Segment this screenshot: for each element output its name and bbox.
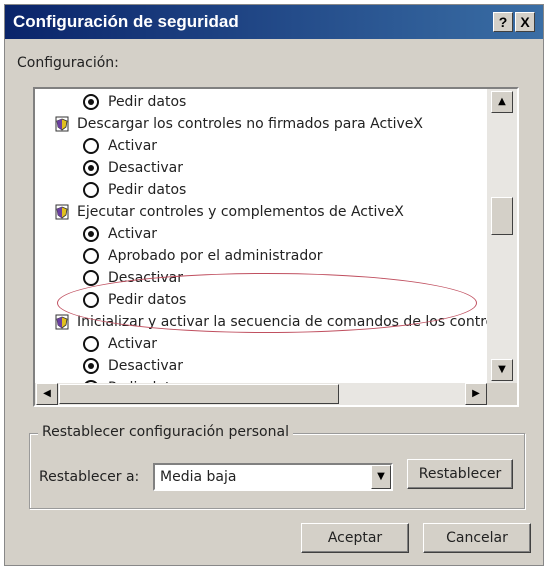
- title-bar[interactable]: Configuración de seguridad ? X: [5, 5, 543, 39]
- ok-button[interactable]: Aceptar: [301, 523, 409, 553]
- setting-option[interactable]: Activar: [83, 333, 157, 355]
- setting-label: Inicializar y activar la secuencia de co…: [77, 314, 519, 330]
- scrollbar-corner: [487, 383, 517, 405]
- radio-unselected[interactable]: [83, 248, 99, 264]
- setting-label: Aprobado por el administrador: [108, 248, 323, 264]
- settings-list[interactable]: Pedir datos Descargar los controles no fi…: [33, 87, 519, 407]
- setting-label: Activar: [108, 138, 158, 154]
- vertical-scroll-thumb[interactable]: [491, 197, 513, 235]
- setting-label: Pedir datos: [108, 292, 187, 308]
- radio-unselected[interactable]: [83, 270, 99, 286]
- setting-option[interactable]: Desactivar: [83, 355, 183, 377]
- radio-selected[interactable]: [83, 94, 99, 110]
- settings-label: Configuración:: [17, 55, 119, 71]
- setting-option[interactable]: Pedir datos: [83, 289, 186, 311]
- setting-group-header: Inicializar y activar la secuencia de co…: [55, 311, 519, 333]
- setting-group-header: Descargar los controles no firmados para…: [55, 113, 423, 135]
- security-settings-dialog: Configuración de seguridad ? X Configura…: [4, 4, 544, 566]
- setting-option[interactable]: Activar: [83, 223, 157, 245]
- reset-to-label: Restablecer a:: [39, 469, 140, 485]
- setting-label: Activar: [108, 336, 158, 352]
- radio-unselected[interactable]: [83, 336, 99, 352]
- security-level-value: Media baja: [160, 469, 237, 485]
- setting-option[interactable]: Pedir datos: [83, 179, 186, 201]
- window-title: Configuración de seguridad: [13, 12, 239, 31]
- radio-unselected[interactable]: [83, 182, 99, 198]
- setting-label: Ejecutar controles y complementos de Act…: [77, 204, 404, 220]
- settings-shield-icon: [55, 204, 69, 220]
- reset-button[interactable]: Restablecer: [407, 459, 513, 489]
- setting-option[interactable]: Aprobado por el administrador: [83, 245, 323, 267]
- setting-label: Pedir datos: [108, 94, 187, 110]
- scroll-down-button[interactable]: ▼: [491, 359, 513, 381]
- help-button[interactable]: ?: [493, 12, 513, 32]
- chevron-down-icon[interactable]: ▼: [371, 465, 391, 489]
- radio-selected[interactable]: [83, 160, 99, 176]
- settings-shield-icon: [55, 116, 69, 132]
- cancel-button[interactable]: Cancelar: [423, 523, 531, 553]
- setting-label: Desactivar: [108, 358, 183, 374]
- setting-group-header: Ejecutar controles y complementos de Act…: [55, 201, 404, 223]
- reset-group-title: Restablecer configuración personal: [38, 424, 293, 440]
- setting-option[interactable]: Activar: [83, 135, 157, 157]
- radio-unselected[interactable]: [83, 292, 99, 308]
- radio-unselected[interactable]: [83, 138, 99, 154]
- setting-label: Desactivar: [108, 160, 183, 176]
- vertical-scrollbar[interactable]: ▲ ▼: [487, 89, 517, 383]
- close-button[interactable]: X: [515, 12, 535, 32]
- horizontal-scrollbar[interactable]: ◀ ▶: [35, 383, 517, 405]
- setting-label: Descargar los controles no firmados para…: [77, 116, 424, 132]
- setting-option[interactable]: Desactivar: [83, 267, 183, 289]
- scroll-right-button[interactable]: ▶: [465, 383, 487, 405]
- security-level-select[interactable]: Media baja ▼: [153, 463, 393, 491]
- horizontal-scroll-thumb[interactable]: [59, 384, 339, 404]
- scroll-up-button[interactable]: ▲: [491, 91, 513, 113]
- setting-option[interactable]: Desactivar: [83, 157, 183, 179]
- setting-label: Activar: [108, 226, 158, 242]
- settings-shield-icon: [55, 314, 69, 330]
- scroll-left-button[interactable]: ◀: [36, 383, 58, 405]
- radio-selected[interactable]: [83, 226, 99, 242]
- setting-option[interactable]: Pedir datos: [83, 91, 186, 113]
- setting-label: Pedir datos: [108, 182, 187, 198]
- radio-selected[interactable]: [83, 358, 99, 374]
- setting-label: Desactivar: [108, 270, 183, 286]
